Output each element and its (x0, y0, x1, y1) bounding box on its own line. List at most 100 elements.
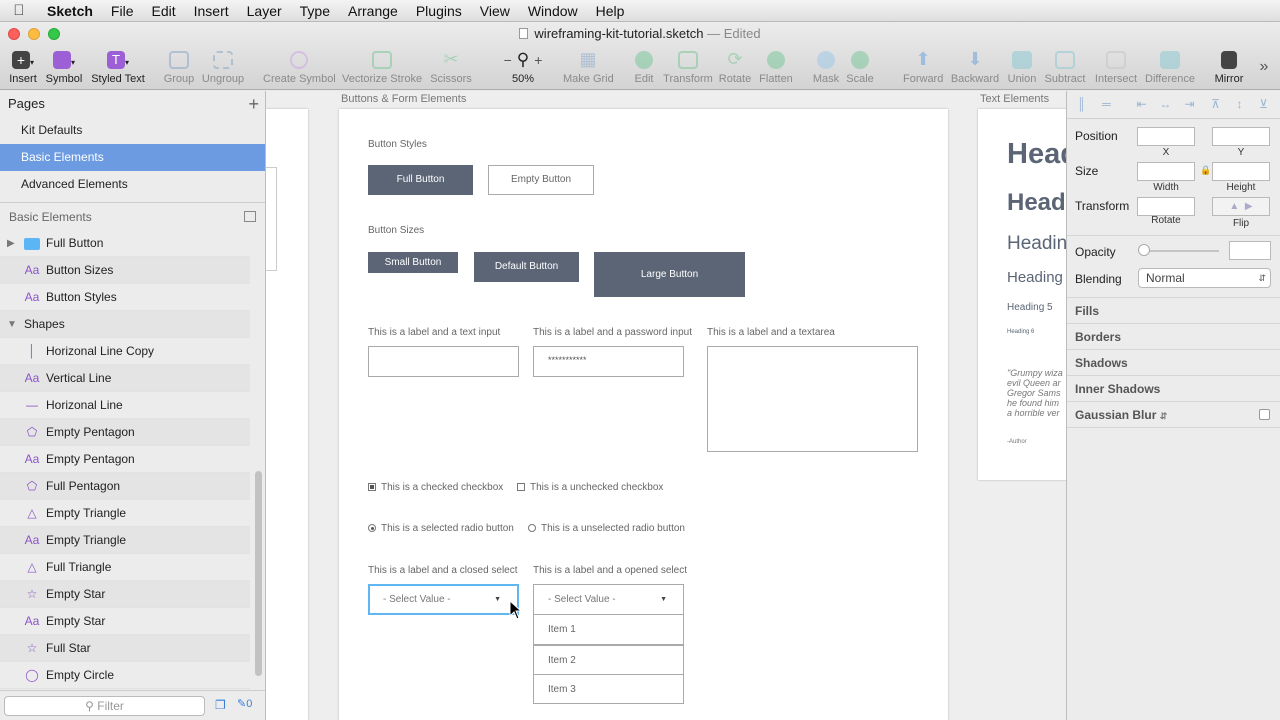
insert-button[interactable]: + ▾ Insert (8, 48, 38, 85)
menu-edit[interactable]: Edit (142, 3, 184, 19)
distribute-horizontal-icon[interactable]: ║ (1075, 98, 1088, 111)
transform-button[interactable]: Transform (663, 48, 713, 85)
layer-row[interactable]: ◯ Empty Circle (0, 662, 250, 689)
layer-row[interactable]: ⬠ Full Pentagon (0, 473, 250, 500)
gaussian-blur-section[interactable]: Gaussian Blur ⇵ (1075, 408, 1167, 422)
intersect-button[interactable]: Intersect (1094, 48, 1138, 85)
apple-icon[interactable]:  (0, 2, 38, 19)
borders-section[interactable]: Borders (1075, 330, 1121, 344)
disclosure-right-icon[interactable]: ▶ (7, 230, 15, 257)
page-item-advanced-elements[interactable]: Advanced Elements (0, 171, 265, 198)
large-button[interactable]: Large Button (594, 252, 745, 297)
checkbox-unchecked-icon[interactable] (517, 483, 525, 491)
menu-view[interactable]: View (471, 3, 519, 19)
filter-input[interactable]: ⚲ Filter (4, 696, 205, 716)
select-option[interactable]: Item 2 (533, 645, 684, 675)
scissors-button[interactable]: ✂ Scissors (429, 48, 473, 85)
select-option[interactable]: Item 3 (533, 674, 684, 704)
zoom-out-button[interactable]: − (504, 52, 512, 68)
layer-row[interactable]: ▶ Full Button (0, 230, 250, 257)
canvas[interactable]: Buttons & Form Elements Text Elements Bu… (266, 91, 1066, 720)
artboard-text-elements[interactable]: Head Head Headin Heading Heading 5 Headi… (978, 109, 1066, 480)
layer-row[interactable]: ☆ Empty Star (0, 581, 250, 608)
page-item-basic-elements[interactable]: Basic Elements (0, 144, 265, 171)
mask-button[interactable]: Mask (812, 48, 840, 85)
gaussian-blur-checkbox[interactable] (1259, 409, 1270, 420)
zoom-in-button[interactable]: + (534, 52, 542, 68)
closed-select[interactable]: - Select Value - ▼ (368, 584, 519, 615)
zoom-magnifier-icon[interactable]: ⚲ (517, 50, 529, 69)
position-x-input[interactable] (1137, 127, 1195, 146)
inner-shadows-section[interactable]: Inner Shadows (1075, 382, 1160, 396)
symbol-button[interactable]: ▾ Symbol (45, 48, 83, 85)
page-item-kit-defaults[interactable]: Kit Defaults (0, 117, 265, 144)
menu-window[interactable]: Window (519, 3, 587, 19)
group-button[interactable]: Group (162, 48, 196, 85)
styled-text-button[interactable]: T ▾ Styled Text (90, 48, 146, 85)
text-input-field[interactable] (368, 346, 519, 377)
position-y-input[interactable] (1212, 127, 1270, 146)
layer-row[interactable]: Aa Button Sizes (0, 257, 250, 284)
union-button[interactable]: Union (1007, 48, 1037, 85)
checkbox-checked-icon[interactable] (368, 483, 376, 491)
align-left-icon[interactable]: ⇤ (1135, 98, 1148, 111)
layer-row[interactable]: Aa Empty Star (0, 608, 250, 635)
unselected-radio[interactable]: This is a unselected radio button (528, 523, 685, 534)
layer-row[interactable]: ☆ Full Star (0, 635, 250, 662)
checked-checkbox[interactable]: This is a checked checkbox (368, 482, 503, 493)
align-middle-icon[interactable]: ↕ (1233, 98, 1246, 111)
subtract-button[interactable]: Subtract (1043, 48, 1087, 85)
align-center-icon[interactable]: ↔ (1159, 98, 1172, 111)
add-page-icon[interactable]: + (248, 91, 259, 117)
layer-row[interactable]: ⬠ Empty Pentagon (0, 419, 250, 446)
textarea-field[interactable] (707, 346, 918, 452)
layer-row[interactable]: △ Full Triangle (0, 554, 250, 581)
menu-plugins[interactable]: Plugins (407, 3, 471, 19)
layer-row[interactable]: Aa Vertical Line (0, 365, 250, 392)
select-option[interactable]: Item 1 (533, 615, 684, 645)
create-symbol-button[interactable]: Create Symbol (263, 48, 336, 85)
align-right-icon[interactable]: ⇥ (1183, 98, 1196, 111)
forward-button[interactable]: ⬆ Forward (903, 48, 943, 85)
sliced-filter-icon[interactable]: ✎0 (237, 697, 252, 710)
updown-arrow-icon[interactable]: ⇵ (1160, 411, 1168, 421)
ungroup-button[interactable]: Ungroup (201, 48, 245, 85)
menu-insert[interactable]: Insert (185, 3, 238, 19)
menu-arrange[interactable]: Arrange (339, 3, 407, 19)
menu-help[interactable]: Help (587, 3, 634, 19)
menu-app[interactable]: Sketch (38, 3, 102, 19)
default-button[interactable]: Default Button (474, 252, 579, 282)
layer-row[interactable]: △ Empty Triangle (0, 500, 250, 527)
artboard-buttons-forms[interactable]: Button Styles Full Button Empty Button B… (339, 109, 948, 720)
radio-selected-icon[interactable] (368, 524, 376, 532)
toolbar-overflow-chevron-icon[interactable]: » (1256, 58, 1272, 76)
height-input[interactable] (1212, 162, 1270, 181)
selected-radio[interactable]: This is a selected radio button (368, 523, 514, 534)
backward-button[interactable]: ⬇ Backward (950, 48, 1000, 85)
make-grid-button[interactable]: ▦ Make Grid (563, 48, 614, 85)
symbols-filter-icon[interactable]: ❐ (215, 698, 229, 712)
disclosure-down-icon[interactable]: ▼ (7, 311, 17, 338)
rotate-button[interactable]: ⟳ Rotate (718, 48, 752, 85)
opacity-slider-thumb[interactable] (1138, 244, 1150, 256)
radio-unselected-icon[interactable] (528, 524, 536, 532)
flip-buttons[interactable]: ▲ ▶ (1212, 197, 1270, 216)
layer-row[interactable]: — Horizonal Line (0, 392, 250, 419)
artboard-title-text-elements[interactable]: Text Elements (980, 93, 1049, 105)
unchecked-checkbox[interactable]: This is a unchecked checkbox (517, 482, 663, 493)
artboard-title-buttons-forms[interactable]: Buttons & Form Elements (341, 93, 466, 105)
menu-layer[interactable]: Layer (238, 3, 291, 19)
flatten-button[interactable]: Flatten (758, 48, 794, 85)
difference-button[interactable]: Difference (1144, 48, 1196, 85)
mirror-button[interactable]: Mirror (1212, 48, 1246, 85)
layer-group-row[interactable]: ▼ Shapes (0, 311, 250, 338)
scale-button[interactable]: Scale (845, 48, 875, 85)
align-top-icon[interactable]: ⊼ (1209, 98, 1222, 111)
edit-button[interactable]: Edit (632, 48, 656, 85)
opacity-input[interactable] (1229, 241, 1271, 260)
menu-type[interactable]: Type (291, 3, 339, 19)
full-button[interactable]: Full Button (368, 165, 473, 195)
shadows-section[interactable]: Shadows (1075, 356, 1128, 370)
layer-row[interactable]: Aa Empty Pentagon (0, 446, 250, 473)
width-input[interactable] (1137, 162, 1195, 181)
